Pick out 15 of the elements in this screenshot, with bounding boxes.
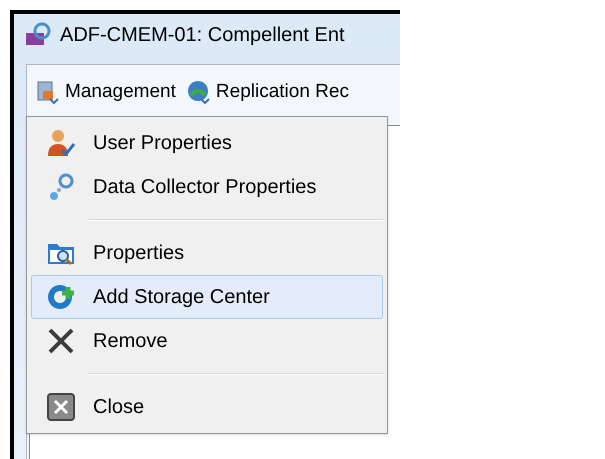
user-icon — [46, 128, 76, 158]
close-icon — [46, 392, 76, 422]
menu-item[interactable]: Properties — [31, 231, 383, 275]
menu-item[interactable]: Add Storage Center — [31, 275, 383, 319]
globe-icon — [186, 79, 212, 105]
window-title: ADF-CMEM-01: Compellent Ent — [60, 23, 345, 48]
server-icon — [35, 79, 61, 105]
toolbar-button[interactable]: Management — [35, 78, 176, 106]
add-icon — [46, 282, 76, 312]
menu-item[interactable]: User Properties — [31, 121, 383, 165]
menu-item[interactable]: Close — [31, 385, 383, 429]
toolbar-button[interactable]: Replication Rec — [186, 78, 349, 106]
menu-item[interactable]: Data Collector Properties — [31, 165, 383, 209]
remove-icon — [46, 326, 76, 356]
menu-item[interactable]: Remove — [31, 319, 383, 363]
